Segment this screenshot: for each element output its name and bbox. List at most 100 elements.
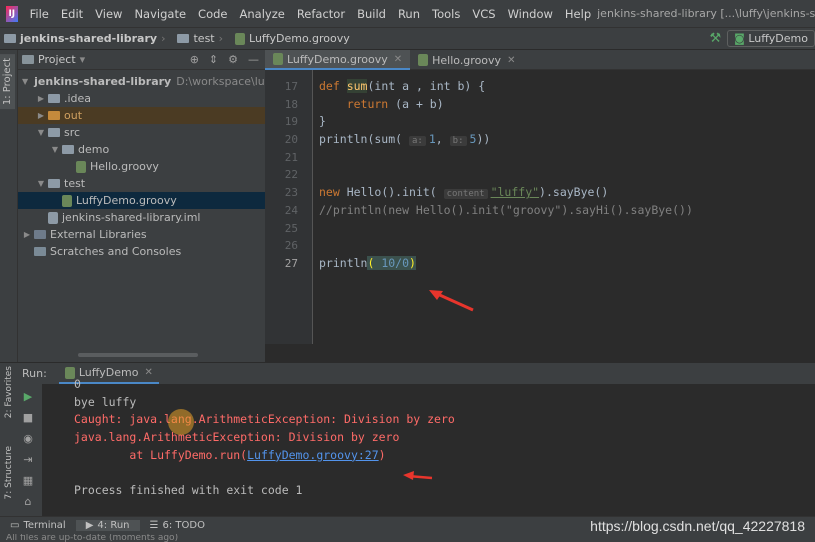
menu-view[interactable]: View <box>89 7 128 21</box>
menu-window[interactable]: Window <box>502 7 559 21</box>
menu-vcs[interactable]: VCS <box>466 7 501 21</box>
tab-terminal[interactable]: ▭ Terminal <box>0 520 76 531</box>
chevron-right-icon: › <box>218 32 224 45</box>
menu-run[interactable]: Run <box>392 7 426 21</box>
editor-tab-bar: LuffyDemo.groovy ✕ Hello.groovy ✕ <box>265 50 815 70</box>
tab-luffydemo[interactable]: LuffyDemo.groovy ✕ <box>265 50 411 70</box>
bottom-tool-bar: ▭ Terminal ▶ 4: Run ☰ 6: TODO https://blog.… <box>0 516 815 534</box>
stack-text: ) <box>378 447 386 462</box>
hide-icon[interactable]: — <box>248 53 259 66</box>
line-number: 19 <box>284 115 298 129</box>
run-config-selector[interactable]: ◙ LuffyDemo <box>727 30 815 47</box>
rerun-icon[interactable]: ▶ <box>20 388 36 404</box>
code-text: } <box>319 114 326 129</box>
breadcrumb-file[interactable]: LuffyDemo.groovy <box>231 32 354 45</box>
code-editor[interactable]: def sum(int a , int b) { return (a + b) … <box>313 70 815 344</box>
project-view-icon <box>22 55 34 64</box>
camera-icon[interactable]: ◉ <box>20 430 36 446</box>
tree-item[interactable]: ▼ src <box>18 124 265 141</box>
menu-build[interactable]: Build <box>351 7 392 21</box>
code-text: (int a , int b) { <box>367 79 486 93</box>
login-icon[interactable]: ⇥ <box>20 451 36 467</box>
menu-analyze[interactable]: Analyze <box>234 7 291 21</box>
keyword: new <box>319 185 347 200</box>
expand-arrow-icon[interactable]: ▶ <box>22 230 32 239</box>
tree-item[interactable]: ▶ out <box>18 107 265 124</box>
structure-tab[interactable]: 7: Structure <box>2 442 16 504</box>
folder-icon <box>177 34 190 43</box>
build-hammer-icon[interactable]: ⚒ <box>709 31 721 46</box>
tree-item[interactable]: ▼ test <box>18 175 265 192</box>
project-tool-tab[interactable]: 1: Project <box>0 54 15 110</box>
expand-arrow-icon[interactable]: ▶ <box>36 111 46 120</box>
tree-item[interactable]: LuffyDemo.groovy <box>18 192 265 209</box>
line-number: 24 <box>284 203 298 217</box>
horizontal-scrollbar[interactable] <box>78 353 198 357</box>
console-output[interactable]: 0 bye luffy Caught: java.lang.Arithmetic… <box>42 377 815 516</box>
comment: //println(new Hello().init("groovy").say… <box>319 202 693 217</box>
menu-code[interactable]: Code <box>192 7 233 21</box>
folder-icon <box>4 34 16 43</box>
breadcrumb-project[interactable]: jenkins-shared-library › <box>0 32 173 45</box>
expand-arrow-icon[interactable]: ▼ <box>50 145 60 154</box>
stop-icon[interactable]: ■ <box>20 409 36 425</box>
expand-arrow-icon[interactable]: ▼ <box>36 179 46 188</box>
layout-icon[interactable]: ▦ <box>20 472 36 488</box>
param-hint: a: <box>409 136 426 147</box>
gear-icon[interactable]: ⚙ <box>228 53 238 66</box>
tree-item[interactable]: Hello.groovy <box>18 158 265 175</box>
tree-item[interactable]: ▶ .idea <box>18 90 265 107</box>
code-text: ).sayBye() <box>539 185 609 200</box>
line-number: 20 <box>284 133 298 147</box>
tree-item[interactable]: jenkins-shared-library.iml <box>18 209 265 226</box>
tab-label: Terminal <box>23 520 66 531</box>
line-number: 17 <box>284 80 298 93</box>
close-icon[interactable]: ✕ <box>394 54 402 65</box>
line-number: 25 <box>284 221 298 235</box>
code-text: println(sum( <box>319 132 410 147</box>
tree-item-label: src <box>64 126 81 139</box>
string-literal: "luffy" <box>490 185 540 200</box>
favorites-tab[interactable]: 2: Favorites <box>2 362 16 422</box>
code-text: Hello().init( <box>346 185 444 200</box>
folder-icon <box>48 111 60 120</box>
line-number: 18 <box>284 97 298 111</box>
locate-icon[interactable]: ⊕ <box>190 53 199 66</box>
breadcrumb-test[interactable]: test › <box>173 32 231 45</box>
code-line-17: def sum(int a , int b) { <box>313 78 815 96</box>
tree-item-label: demo <box>78 143 110 156</box>
menu-tools[interactable]: Tools <box>426 7 466 21</box>
run-toolbar: 2: Favorites 7: Structure ▶ ■ ◉ ⇥ ▦ ⌂ ↑ … <box>0 366 60 516</box>
menu-help[interactable]: Help <box>559 7 597 21</box>
library-icon <box>34 230 46 239</box>
line-number: 23 <box>284 186 298 200</box>
source-link[interactable]: LuffyDemo.groovy:27 <box>247 448 379 462</box>
tab-hello[interactable]: Hello.groovy ✕ <box>410 50 523 70</box>
expand-arrow-icon[interactable]: ▼ <box>22 77 28 86</box>
menu-file[interactable]: File <box>24 7 55 21</box>
tab-label: Hello.groovy <box>432 53 502 67</box>
menu-edit[interactable]: Edit <box>55 7 89 21</box>
project-view-selector[interactable]: Project <box>38 53 76 66</box>
tab-todo[interactable]: ☰ 6: TODO <box>140 520 215 531</box>
menu-refactor[interactable]: Refactor <box>291 7 351 21</box>
tree-item[interactable]: ▼ jenkins-shared-library D:\workspace\luff… <box>18 73 299 90</box>
close-icon[interactable]: ✕ <box>507 55 515 66</box>
collapse-all-icon[interactable]: ⇕ <box>209 53 218 66</box>
tree-item[interactable]: ▼ demo <box>18 141 265 158</box>
intellij-logo-icon: IJ <box>6 5 18 22</box>
expand-arrow-icon[interactable]: ▼ <box>36 128 46 137</box>
pin-icon[interactable]: ⌂ <box>20 493 36 509</box>
tree-item-label: Hello.groovy <box>90 160 159 173</box>
menu-navigate[interactable]: Navigate <box>128 7 192 21</box>
tab-label: LuffyDemo.groovy <box>287 52 388 66</box>
tab-run[interactable]: ▶ 4: Run <box>75 520 140 531</box>
expand-arrow-icon[interactable]: ▶ <box>36 94 46 103</box>
tree-item[interactable]: ▶ External Libraries <box>18 226 265 243</box>
code-text: (a + b) <box>395 96 444 111</box>
chevron-down-icon[interactable]: ▾ <box>80 53 86 66</box>
tree-item-label: Scratches and Consoles <box>50 245 182 258</box>
menu-bar: IJ File Edit View Navigate Code Analyze … <box>0 0 815 28</box>
tree-item[interactable]: Scratches and Consoles <box>18 243 265 260</box>
